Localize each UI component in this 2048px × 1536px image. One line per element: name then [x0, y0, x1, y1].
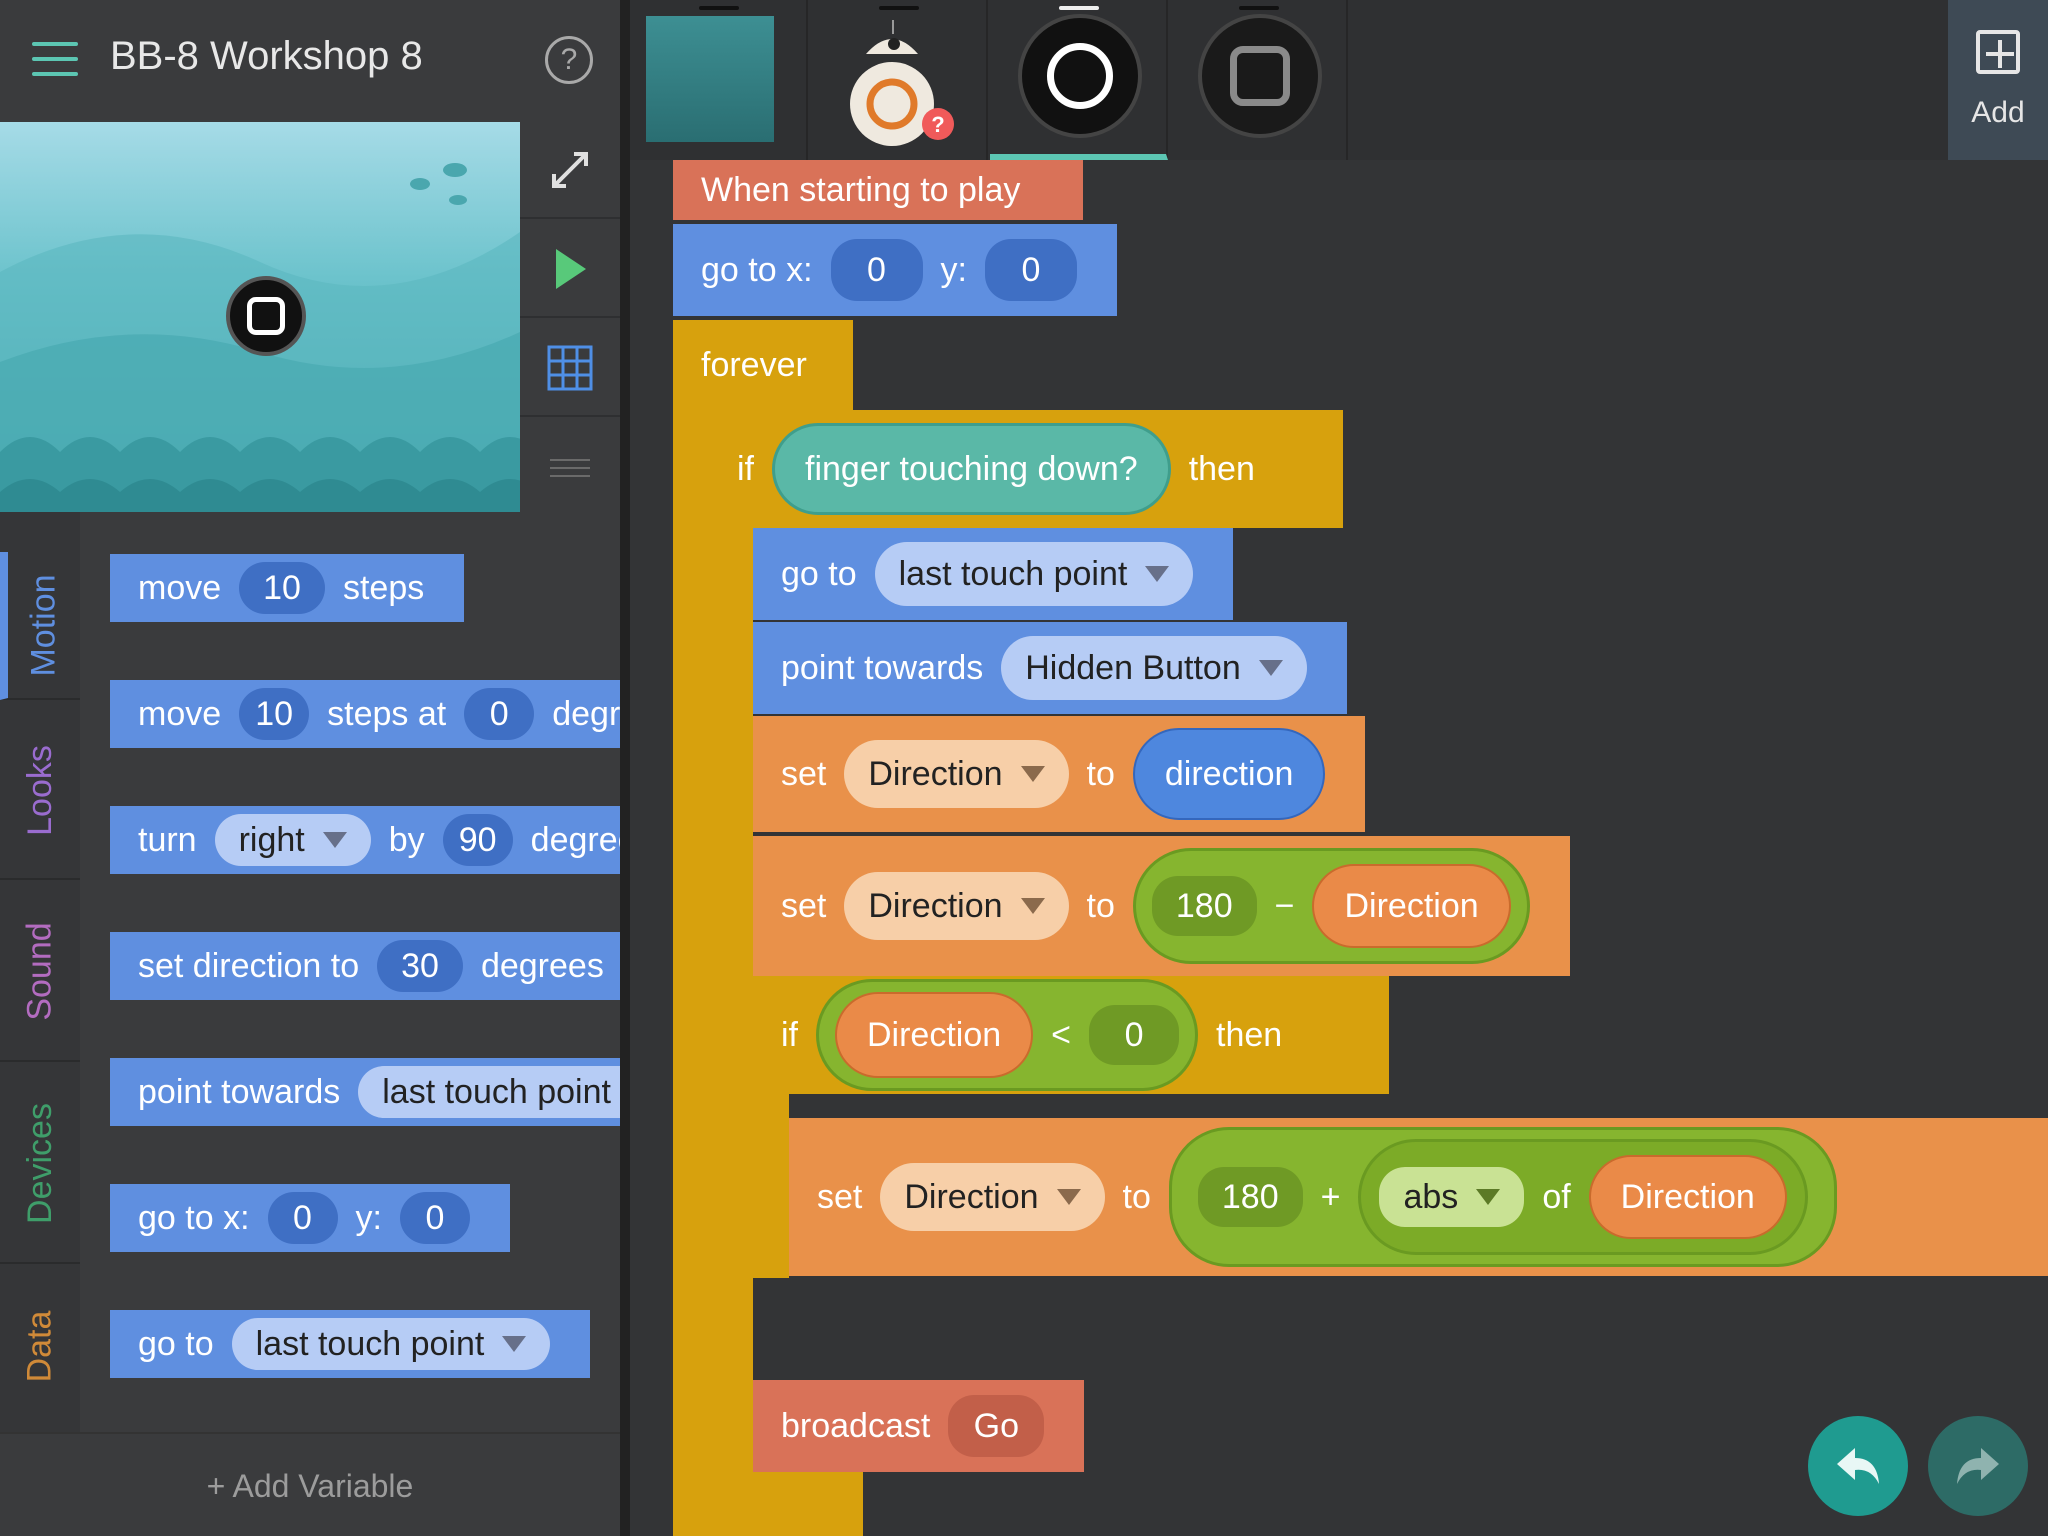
menu-icon[interactable]: [32, 42, 78, 76]
number-input[interactable]: 180: [1151, 876, 1257, 936]
stage-preview[interactable]: [0, 122, 520, 512]
category-motion[interactable]: Motion: [0, 552, 80, 700]
broadcast-block[interactable]: broadcast Go: [753, 1380, 1085, 1472]
forever-arm: [673, 320, 713, 1536]
sprite-hidden-button[interactable]: [226, 276, 306, 356]
variable-dropdown[interactable]: Direction: [844, 740, 1069, 808]
go-to-target-dropdown[interactable]: last touch point: [874, 542, 1194, 606]
if-arm: [713, 410, 753, 1536]
function-dropdown[interactable]: abs: [1379, 1167, 1525, 1227]
variable-dropdown[interactable]: Direction: [880, 1163, 1105, 1231]
less-than-operator[interactable]: Direction < 0: [816, 979, 1199, 1091]
point-target-dropdown[interactable]: last touch point: [358, 1066, 620, 1118]
go-to-block[interactable]: go to last touch point: [753, 528, 1234, 620]
steps-input[interactable]: 10: [239, 688, 310, 740]
direction-variable[interactable]: Direction: [1312, 864, 1511, 948]
finger-touching-sensor[interactable]: finger touching down?: [772, 423, 1171, 515]
go-to-target-dropdown[interactable]: last touch point: [231, 1318, 551, 1370]
category-rail: Motion Looks Sound Devices Data: [0, 512, 80, 1432]
direction-variable[interactable]: Direction: [835, 992, 1034, 1078]
degrees-input[interactable]: 0: [464, 688, 535, 740]
stage-thumbnail: [646, 16, 774, 142]
go-to-xy-block[interactable]: go to x: 0 y: 0: [673, 224, 1117, 316]
undo-icon: [1837, 1448, 1879, 1484]
block-palette: move10steps move10steps at0degre turnrig…: [80, 512, 620, 1432]
steps-input[interactable]: 10: [239, 562, 325, 614]
if-finger-block[interactable]: if finger touching down? then: [713, 410, 1343, 528]
direction-reporter[interactable]: direction: [1132, 728, 1326, 820]
number-input[interactable]: 0: [1089, 1005, 1180, 1065]
number-input[interactable]: 180: [1197, 1167, 1303, 1227]
y-input[interactable]: 0: [399, 1192, 470, 1244]
redo-icon: [1957, 1448, 1999, 1484]
grid-icon[interactable]: [520, 320, 620, 417]
category-data[interactable]: Data: [0, 1266, 80, 1426]
add-sprite-button[interactable]: Add: [1948, 0, 2048, 160]
project-title: BB-8 Workshop 8: [110, 34, 423, 78]
category-devices[interactable]: Devices: [0, 1064, 80, 1264]
palette-move-steps[interactable]: move 10 steps: [110, 554, 465, 622]
point-target-dropdown[interactable]: Hidden Button: [1001, 636, 1307, 700]
category-sound[interactable]: Sound: [0, 882, 80, 1062]
script-canvas[interactable]: When starting to play go to x: 0 y: 0 forev…: [630, 160, 2048, 1536]
help-icon[interactable]: ?: [545, 36, 593, 84]
palette-go-to-xy[interactable]: go to x: 0 y: 0: [110, 1184, 510, 1252]
when-starting-hat-block[interactable]: When starting to play: [673, 160, 1083, 220]
svg-text:?: ?: [931, 112, 944, 137]
turn-direction-dropdown[interactable]: right: [214, 814, 371, 866]
message-input[interactable]: Go: [948, 1395, 1045, 1457]
redo-button[interactable]: [1928, 1416, 2028, 1516]
undo-button[interactable]: [1808, 1416, 1908, 1516]
palette-move-steps-at[interactable]: move10steps at0degre: [110, 680, 620, 748]
sprite-tab-stage[interactable]: [630, 0, 808, 160]
bb8-icon: ?: [850, 20, 954, 146]
if-direction-block[interactable]: if Direction < 0 then: [753, 976, 1389, 1094]
add-variable-button[interactable]: + Add Variable: [0, 1432, 620, 1536]
forever-block[interactable]: forever: [673, 320, 853, 410]
square-icon: [1198, 14, 1322, 138]
stage-toolbar: [520, 122, 620, 512]
y-input[interactable]: 0: [984, 239, 1077, 301]
sprite-bar: ?: [630, 0, 1948, 160]
variable-dropdown[interactable]: Direction: [844, 872, 1069, 940]
set-direction-block-2[interactable]: set Direction to 180 − Direction: [753, 836, 1570, 976]
palette-set-direction[interactable]: set direction to 30 degrees: [110, 932, 620, 1000]
turn-degrees-input[interactable]: 90: [442, 814, 513, 866]
app-header: BB-8 Workshop 8 ?: [0, 0, 620, 122]
fullscreen-icon[interactable]: [520, 122, 620, 219]
set-direction-block-1[interactable]: set Direction to direction: [753, 716, 1366, 832]
circle-icon: [1018, 14, 1142, 138]
palette-point-towards[interactable]: point towards last touch point: [110, 1058, 620, 1126]
drag-handle-icon[interactable]: [520, 419, 620, 516]
subtract-operator[interactable]: 180 − Direction: [1132, 848, 1530, 964]
add-operator[interactable]: 180 + abs of Direction: [1168, 1127, 1837, 1267]
palette-go-to[interactable]: go to last touch point: [110, 1310, 591, 1378]
x-input[interactable]: 0: [830, 239, 923, 301]
point-towards-block[interactable]: point towards Hidden Button: [753, 622, 1347, 714]
sprite-tab-circle-button[interactable]: [990, 0, 1168, 160]
sprite-tab-bb8[interactable]: ?: [810, 0, 988, 160]
direction-variable[interactable]: Direction: [1588, 1155, 1787, 1239]
play-icon[interactable]: [520, 221, 620, 318]
palette-turn[interactable]: turnrightby90degree: [110, 806, 620, 874]
panel-divider[interactable]: [620, 0, 630, 1536]
category-looks[interactable]: Looks: [0, 702, 80, 880]
sprite-tab-square-button[interactable]: [1170, 0, 1348, 160]
direction-input[interactable]: 30: [377, 940, 463, 992]
x-input[interactable]: 0: [267, 1192, 338, 1244]
set-direction-block-3[interactable]: set Direction to 180 + abs of Direction: [789, 1118, 2048, 1276]
plus-icon: [1976, 30, 2020, 74]
abs-function-operator[interactable]: abs of Direction: [1358, 1139, 1808, 1255]
